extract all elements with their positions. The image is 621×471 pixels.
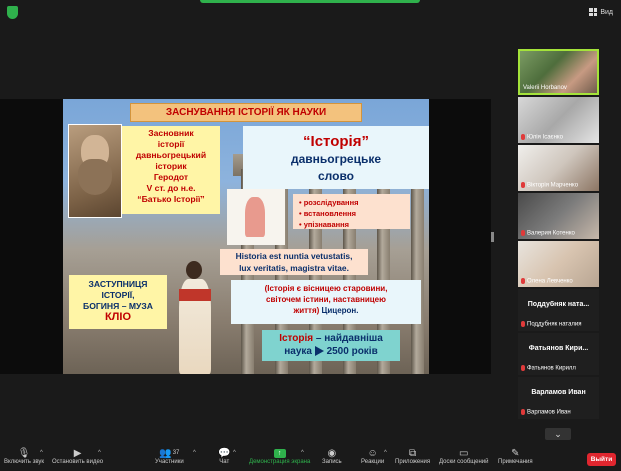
participant-video-tile[interactable]: Вікторія Марченко (518, 145, 599, 191)
muse-text-box: ЗАСТУПНИЦЯ ІСТОРІЇ, БОГИНЯ – МУЗА КЛІО (69, 275, 167, 329)
view-button[interactable]: Вид (589, 8, 613, 16)
leave-button[interactable]: Выйти (587, 453, 616, 466)
muted-mic-icon (521, 230, 525, 237)
chevron-up-icon[interactable]: ^ (301, 450, 304, 456)
meaning-bullets: розслідування встановлення упізнавання (293, 194, 410, 229)
slide: ЗАСНУВАННЯ ІСТОРІЇ ЯК НАУКИ Засновник іс… (63, 99, 429, 374)
people-icon: 👥 (159, 447, 172, 459)
reactions-button[interactable]: ☺ Реакции (361, 447, 384, 466)
bullet-item: упізнавання (299, 219, 410, 230)
history-word: “Історія” (303, 133, 369, 150)
clio-name: КЛІО (104, 311, 132, 323)
stop-video-button[interactable]: ▶ Остановить видео (52, 447, 103, 466)
chat-button[interactable]: 💬 Чат (218, 447, 231, 466)
chevron-down-icon[interactable]: ⌄ (545, 428, 571, 440)
latin-quote-box: Historia est nuntia vetustatis, lux veri… (220, 249, 368, 275)
cicero-quote-box: (Історія є вісницею старовини, світочем … (231, 280, 421, 324)
apps-icon: ⧉ (408, 447, 417, 459)
meeting-toolbar: 🎙 Включить звук ^ ▶ Остановить видео ^ 👥… (0, 446, 621, 471)
clio-statue-image (169, 249, 219, 374)
record-icon: ◉ (327, 447, 337, 459)
participant-name-tile[interactable]: Поддубняк натa... Поддубняк наталия (518, 289, 599, 331)
cicero-author: Цицерон. (321, 306, 359, 315)
muted-mic-icon (521, 365, 525, 372)
oldest-science-box: Історія – найдавніша наука 2500 років (262, 330, 400, 361)
video-camera-icon: ▶ (73, 447, 82, 459)
herodotus-bust-image (68, 124, 122, 218)
founder-text-box: Засновник історії давньогрецький історик… (122, 126, 220, 214)
notes-icon: ✎ (511, 447, 520, 459)
sharing-indicator[interactable] (200, 0, 420, 3)
history-sub-2: слово (317, 169, 355, 183)
shared-screen: ЗАСНУВАННЯ ІСТОРІЇ ЯК НАУКИ Засновник іс… (0, 99, 491, 374)
arrow-right-icon (314, 346, 324, 357)
share-screen-icon: ↑ (273, 448, 286, 458)
chevron-up-icon[interactable]: ^ (233, 450, 236, 456)
chevron-up-icon[interactable]: ^ (40, 450, 43, 456)
whiteboard-icon: ▭ (459, 447, 469, 459)
parthenon-column (411, 169, 424, 374)
muted-mic-icon (521, 278, 525, 285)
grid-icon (589, 8, 598, 16)
muted-mic-icon (521, 134, 525, 141)
history-sub-1: давньогрецьке (290, 152, 382, 166)
chat-bubble-icon: 💬 (218, 447, 231, 459)
muted-mic-icon (521, 321, 525, 328)
slide-title: ЗАСНУВАННЯ ІСТОРІЇ ЯК НАУКИ (130, 103, 362, 122)
bullet-item: розслідування (299, 197, 410, 208)
participant-name-tile[interactable]: Фатьянов Кири... Фатьянов Кирилл (518, 333, 599, 375)
chevron-up-icon[interactable]: ^ (98, 450, 101, 456)
chevron-up-icon[interactable]: ^ (384, 450, 387, 456)
chevron-up-icon[interactable]: ^ (193, 450, 196, 456)
participant-video-tile[interactable]: Валерия Котенко (518, 193, 599, 239)
participant-video-tile[interactable]: Юлія Ісаєнко (518, 97, 599, 143)
participant-video-tile[interactable]: Valerii Horbanov (518, 49, 599, 95)
muted-mic-icon (521, 182, 525, 189)
muse-painting-image (227, 189, 285, 245)
shield-icon[interactable] (7, 6, 18, 19)
notes-button[interactable]: ✎ Примечания (498, 447, 533, 466)
record-button[interactable]: ◉ Запись (322, 447, 342, 466)
smiley-icon: ☺ (367, 447, 378, 459)
panel-resize-handle[interactable] (491, 232, 494, 242)
bullet-item: встановлення (299, 208, 410, 219)
history-word-box: “Історія” давньогрецьке слово (243, 126, 429, 189)
participants-button[interactable]: 👥 37 Участники (155, 447, 184, 466)
participant-video-tile[interactable]: Олена Левченко (518, 241, 599, 287)
mic-off-icon: 🎙 (17, 447, 31, 459)
view-label: Вид (600, 8, 613, 16)
top-bar: Вид (0, 0, 621, 26)
whiteboard-button[interactable]: ▭ Доски сообщений (439, 447, 489, 466)
muted-mic-icon (521, 409, 525, 416)
apps-button[interactable]: ⧉ Приложения (395, 447, 430, 466)
participant-name-tile[interactable]: Варламов Иван Варламов Иван (518, 377, 599, 419)
unmute-button[interactable]: 🎙 Включить звук (4, 447, 44, 466)
